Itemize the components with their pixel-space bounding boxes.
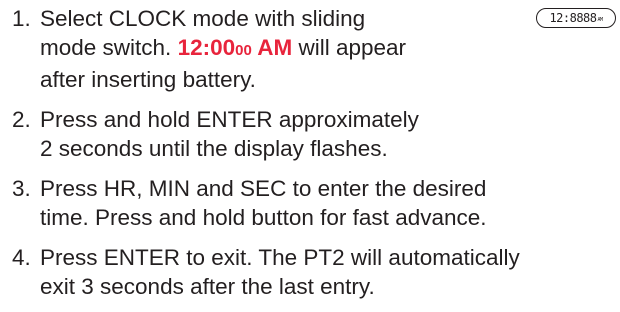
step-text-segment: mode switch. — [40, 35, 178, 60]
step-line: time. Press and hold button for fast adv… — [40, 205, 487, 230]
step-number: 1. — [12, 6, 31, 31]
step-text: Press HR, MIN and SEC to enter the desir… — [40, 174, 616, 232]
step-line: Press HR, MIN and SEC to enter the desir… — [40, 176, 487, 201]
step-number: 2. — [12, 107, 31, 132]
time-hours-minutes: 12:00 — [177, 35, 236, 60]
step-2: 2. Press and hold ENTER approximately 2 … — [12, 105, 616, 163]
time-seconds: 00 — [235, 42, 252, 59]
step-line: Select CLOCK mode with sliding — [40, 6, 366, 31]
highlighted-time: 12:0000 AM — [178, 35, 293, 60]
step-line: mode switch. 12:0000 AM will appear — [40, 33, 616, 65]
step-text: Select CLOCK mode with sliding mode swit… — [40, 4, 616, 94]
step-text-segment: will appear — [292, 35, 407, 60]
step-line: after inserting battery. — [40, 67, 256, 92]
instruction-list: 1. Select CLOCK mode with sliding mode s… — [12, 4, 616, 312]
step-4: 4. Press ENTER to exit. The PT2 will aut… — [12, 243, 616, 301]
step-line: exit 3 seconds after the last entry. — [40, 274, 375, 299]
step-number: 3. — [12, 176, 31, 201]
step-number: 4. — [12, 245, 31, 270]
step-line: Press ENTER to exit. The PT2 will automa… — [40, 245, 520, 270]
step-3: 3. Press HR, MIN and SEC to enter the de… — [12, 174, 616, 232]
step-line: Press and hold ENTER approximately — [40, 107, 419, 132]
time-am-pm: AM — [251, 35, 293, 60]
step-text: Press and hold ENTER approximately 2 sec… — [40, 105, 616, 163]
step-line: 2 seconds until the display flashes. — [40, 136, 388, 161]
step-1: 1. Select CLOCK mode with sliding mode s… — [12, 4, 616, 94]
step-text: Press ENTER to exit. The PT2 will automa… — [40, 243, 616, 301]
